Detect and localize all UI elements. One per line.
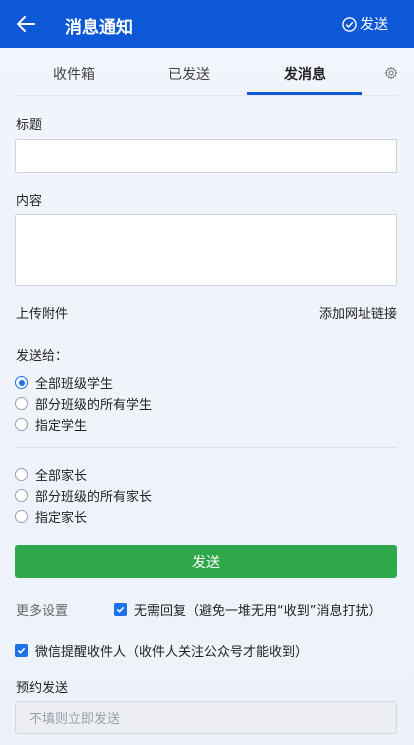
tab-inbox[interactable]: 收件箱: [53, 64, 95, 84]
radio-partial-students[interactable]: 部分班级的所有学生: [15, 394, 152, 413]
title-input[interactable]: [15, 139, 397, 173]
tab-compose[interactable]: 发消息: [284, 64, 326, 84]
radio-specific-students[interactable]: 指定学生: [15, 415, 87, 434]
wechat-remind-checkbox-row[interactable]: 微信提醒收件人（收件人关注公众号才能收到）: [15, 641, 308, 660]
no-reply-checkbox-row[interactable]: 无需回复（避免一堆无用“收到”消息打扰）: [114, 600, 381, 619]
radio-button[interactable]: [15, 376, 28, 389]
page-title: 消息通知: [65, 18, 133, 38]
radio-all-students[interactable]: 全部班级学生: [15, 373, 113, 392]
add-link-button[interactable]: 添加网址链接: [319, 303, 397, 322]
radio-label: 部分班级的所有学生: [35, 398, 153, 413]
radio-label: 全部班级学生: [35, 377, 114, 392]
radio-partial-parents[interactable]: 部分班级的所有家长: [15, 486, 152, 505]
send-to-label: 发送给：: [16, 349, 69, 364]
content-label: 内容: [16, 194, 43, 209]
section-divider: [15, 447, 397, 448]
tab-sent[interactable]: 已发送: [168, 64, 210, 84]
checkmark-icon: [116, 606, 125, 613]
radio-button[interactable]: [15, 510, 28, 523]
no-reply-label: 无需回复（避免一堆无用“收到”消息打扰）: [134, 604, 382, 619]
tab-bar: 收件箱 已发送 发消息: [16, 48, 398, 96]
app-header: 消息通知 发送: [0, 0, 414, 48]
schedule-label: 预约发送: [16, 681, 69, 696]
radio-button[interactable]: [15, 418, 28, 431]
upload-attachment[interactable]: 上传附件: [16, 303, 68, 322]
content-textarea[interactable]: [15, 214, 397, 286]
radio-button[interactable]: [15, 468, 28, 481]
send-button[interactable]: 发送: [15, 545, 397, 578]
schedule-input[interactable]: 不填则立即发送: [15, 701, 397, 734]
checkbox[interactable]: [15, 644, 28, 657]
radio-label: 全部家长: [35, 469, 88, 484]
radio-label: 部分班级的所有家长: [35, 490, 153, 505]
back-button[interactable]: [12, 10, 40, 38]
checkbox[interactable]: [114, 603, 127, 616]
gear-icon[interactable]: [384, 66, 398, 80]
check-circle-icon: [342, 16, 357, 32]
back-arrow-icon: [17, 16, 35, 32]
checkmark-icon: [17, 647, 26, 654]
radio-button[interactable]: [15, 397, 28, 410]
wechat-remind-label: 微信提醒收件人（收件人关注公众号才能收到）: [35, 645, 309, 660]
radio-specific-parents[interactable]: 指定家长: [15, 507, 87, 526]
header-send-label: 发送: [360, 17, 388, 33]
radio-button[interactable]: [15, 489, 28, 502]
title-label: 标题: [16, 118, 43, 133]
active-tab-indicator: [247, 92, 362, 95]
radio-all-parents[interactable]: 全部家长: [15, 465, 87, 484]
radio-label: 指定家长: [35, 511, 88, 526]
header-send-button[interactable]: 发送: [342, 14, 388, 34]
more-settings-label: 更多设置: [16, 604, 69, 619]
radio-label: 指定学生: [35, 419, 88, 434]
